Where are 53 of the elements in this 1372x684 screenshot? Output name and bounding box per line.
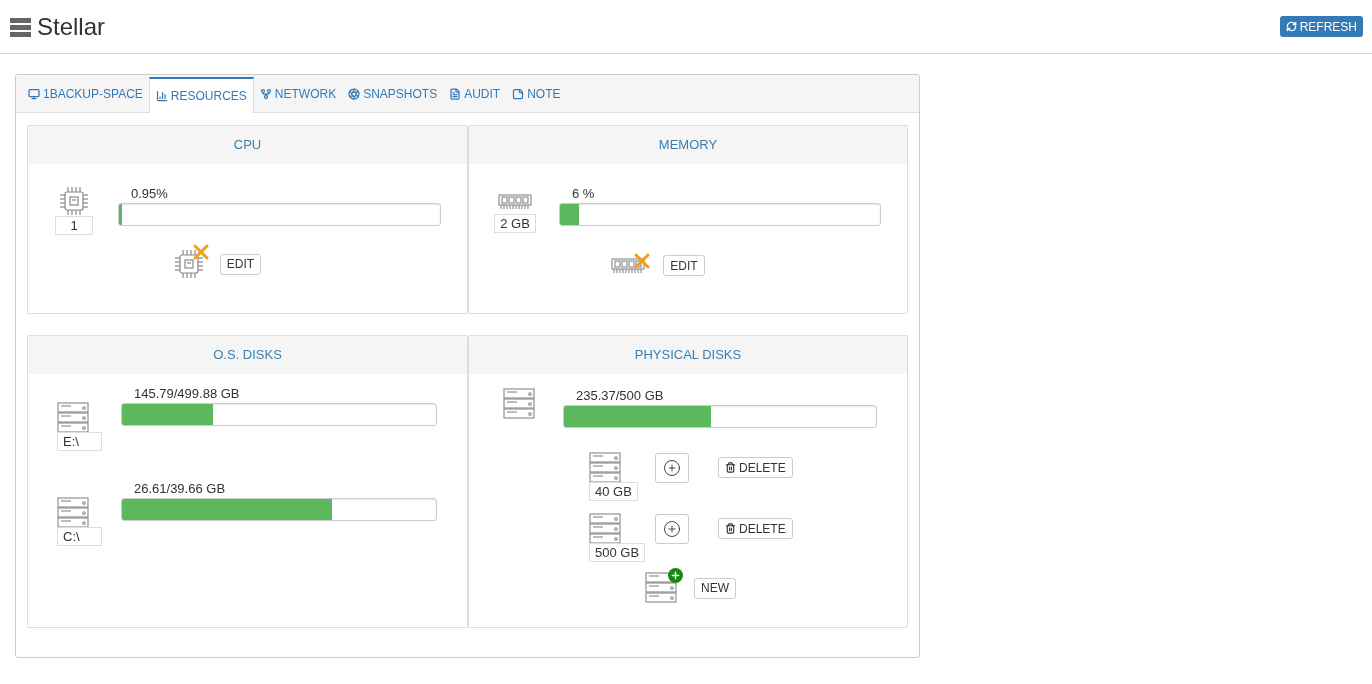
panel-title: MEMORY (469, 126, 907, 164)
document-icon (449, 88, 462, 100)
delete-button[interactable]: DELETE (718, 518, 793, 539)
size-label: 1 (55, 216, 93, 235)
panel-title: O.S. DISKS (28, 336, 467, 374)
server-icon (57, 497, 89, 529)
aperture-icon (348, 88, 361, 100)
edit-button[interactable]: EDIT (663, 255, 705, 276)
memory-icon (611, 257, 646, 274)
edit-button[interactable]: EDIT (219, 253, 262, 275)
delete-button[interactable]: DELETE (718, 457, 793, 478)
usage-reading: 0.95% (130, 186, 169, 201)
add-badge-icon (668, 568, 683, 583)
add-icon (663, 520, 681, 538)
tab[interactable]: AUDIT (443, 76, 507, 112)
tab[interactable]: RESOURCES (148, 77, 254, 113)
tab[interactable]: 1BACKUP-SPACE (22, 76, 149, 112)
size-label: 40 GB (589, 482, 638, 501)
add-icon (663, 459, 681, 477)
panel-title: CPU (28, 126, 467, 164)
disk-usage-reading: 235.37/500 GB (575, 388, 665, 403)
disk-usage-reading: 26.61/39.66 GB (133, 481, 227, 496)
size-label: 2 GB (494, 214, 536, 233)
size-label: E:\ (57, 432, 102, 451)
monitor-icon (28, 88, 40, 100)
tab[interactable]: SNAPSHOTS (342, 76, 444, 112)
panel-title: PHYSICAL DISKS (469, 336, 907, 374)
page-title: Stellar (37, 11, 106, 42)
tab[interactable]: NETWORK (253, 76, 343, 112)
note-icon (512, 88, 525, 100)
usage-reading: 6 % (571, 186, 596, 201)
size-label: C:\ (57, 527, 102, 546)
server-icon (589, 452, 621, 484)
add-button[interactable] (655, 453, 689, 483)
add-button[interactable] (655, 514, 689, 544)
disk-usage-reading: 145.79/499.88 GB (133, 386, 241, 401)
new-button[interactable]: NEW (694, 577, 736, 599)
server-icon (589, 513, 621, 545)
chip-icon (173, 249, 204, 279)
server-icon (10, 16, 31, 37)
memory-icon (498, 194, 532, 210)
refresh-button[interactable]: REFRESH (1279, 16, 1363, 37)
server-icon (57, 402, 89, 434)
size-label: 500 GB (589, 543, 646, 562)
tab[interactable]: NOTE (506, 76, 567, 112)
refresh-icon (1285, 21, 1297, 32)
chip-icon (59, 186, 89, 216)
server-icon (645, 572, 677, 604)
fork-icon (259, 88, 272, 100)
trash-icon (725, 523, 736, 534)
server-icon (503, 388, 535, 420)
trash-icon (725, 462, 736, 473)
bar-chart-icon (155, 90, 168, 102)
